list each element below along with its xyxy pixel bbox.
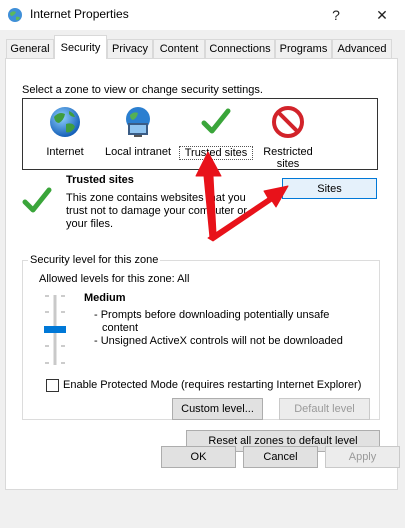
zone-restricted-line1: Restricted xyxy=(263,146,313,158)
tab-strip: General Security Privacy Content Connect… xyxy=(0,30,405,59)
allowed-levels-text: Allowed levels for this zone: All xyxy=(39,273,190,285)
no-entry-icon xyxy=(272,106,304,138)
help-button[interactable]: ? xyxy=(313,0,359,30)
custom-level-button[interactable]: Custom level... xyxy=(172,398,263,420)
close-button[interactable]: ✕ xyxy=(359,0,405,30)
select-zone-prompt: Select a zone to view or change security… xyxy=(22,84,263,96)
protected-mode-label[interactable]: Enable Protected Mode (requires restarti… xyxy=(63,379,361,391)
zone-restricted-line2: sites xyxy=(276,158,300,170)
bullet-2: - Unsigned ActiveX controls will not be … xyxy=(94,335,343,347)
globe-icon xyxy=(50,107,80,137)
window-title: Internet Properties xyxy=(30,7,129,21)
zone-restricted-sites-label: Restricted sites xyxy=(255,146,321,170)
tab-general[interactable]: General xyxy=(6,39,54,58)
zone-internet[interactable]: Internet xyxy=(31,105,99,158)
security-level-slider[interactable] xyxy=(38,291,72,367)
cancel-button[interactable]: Cancel xyxy=(243,446,318,468)
zone-local-intranet-label: Local intranet xyxy=(104,146,172,158)
zone-internet-label: Internet xyxy=(46,146,84,158)
tab-content[interactable]: Content xyxy=(153,39,205,58)
desc-line-3: your files. xyxy=(66,218,114,230)
tab-connections[interactable]: Connections xyxy=(205,39,275,58)
title-bar: Internet Properties ? ✕ xyxy=(0,0,405,30)
tab-advanced[interactable]: Advanced xyxy=(332,39,392,58)
zone-trusted-sites-label: Trusted sites xyxy=(179,146,253,160)
internet-options-icon xyxy=(8,8,22,22)
zone-trusted-sites[interactable]: Trusted sites xyxy=(179,105,253,160)
checkmark-icon xyxy=(201,108,231,134)
slider-thumb xyxy=(44,326,66,333)
desc-line-1: This zone contains websites that you xyxy=(66,192,246,204)
slider-track xyxy=(44,295,66,365)
apply-button[interactable]: Apply xyxy=(325,446,400,468)
tab-privacy[interactable]: Privacy xyxy=(107,39,153,58)
security-level-legend: Security level for this zone xyxy=(28,254,161,266)
selected-zone-name: Trusted sites xyxy=(66,174,134,186)
bullet-1-line-2: content xyxy=(102,322,139,334)
protected-mode-checkbox[interactable] xyxy=(46,379,59,392)
intranet-icon xyxy=(126,107,150,137)
default-level-button[interactable]: Default level xyxy=(279,398,370,420)
ok-button[interactable]: OK xyxy=(161,446,236,468)
selected-zone-description: This zone contains websites that you tru… xyxy=(66,192,247,231)
zone-restricted-sites[interactable]: Restricted sites xyxy=(255,105,321,170)
desc-line-2: trust not to damage your computer or xyxy=(66,205,247,217)
selected-zone-checkmark-icon xyxy=(22,187,52,213)
bullet-1-line-1: - Prompts before downloading potentially… xyxy=(94,309,330,321)
tab-security[interactable]: Security xyxy=(54,35,107,59)
zone-list: Internet Local intranet Trusted sites Re… xyxy=(22,98,378,170)
level-bullets: - Prompts before downloading potentially… xyxy=(94,309,343,348)
tab-programs[interactable]: Programs xyxy=(275,39,332,58)
sites-button[interactable]: Sites xyxy=(282,178,377,199)
zone-local-intranet[interactable]: Local intranet xyxy=(101,105,175,158)
level-name: Medium xyxy=(84,292,126,304)
security-panel: Select a zone to view or change security… xyxy=(5,58,398,490)
